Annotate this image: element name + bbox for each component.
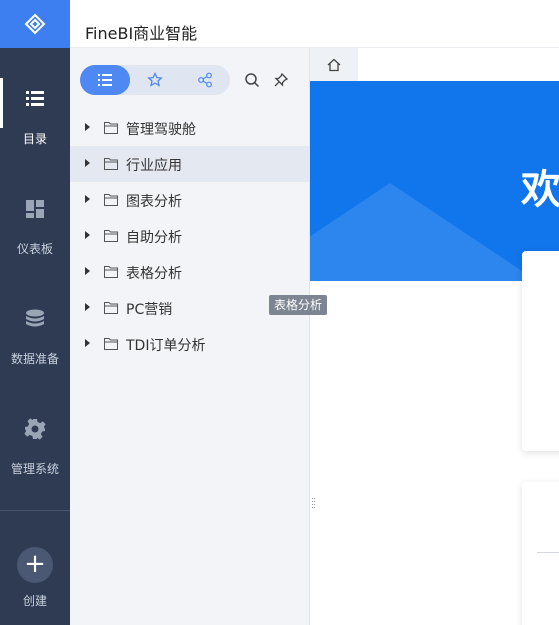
nav-label-data-prep: 数据准备	[10, 352, 59, 366]
tree-item[interactable]: 管理驾驶舱	[70, 110, 310, 146]
app-logo[interactable]	[0, 0, 70, 48]
gear-icon	[24, 418, 46, 440]
tree-item-label: 自助分析	[126, 230, 182, 246]
nav-label-catalog: 目录	[22, 132, 47, 146]
content-area: 欢	[310, 48, 559, 625]
tooltip: 表格分析	[269, 295, 328, 315]
tab-favorites[interactable]	[130, 65, 180, 95]
tree-item-label: PC营销	[126, 302, 173, 318]
caret-right-icon[interactable]	[85, 123, 90, 131]
caret-right-icon[interactable]	[85, 339, 90, 347]
create-label: 创建	[22, 594, 47, 608]
folder-icon	[104, 158, 118, 170]
database-icon	[26, 309, 44, 327]
tab-strip	[358, 48, 559, 81]
tree-item-label: 行业应用	[126, 158, 182, 174]
directory-tree: 管理驾驶舱 行业应用 图表分析 自助分析 表格分析 PC营销 TDI订单分析	[70, 110, 310, 362]
welcome-banner: 欢	[310, 81, 559, 281]
tree-item[interactable]: 自助分析	[70, 218, 310, 254]
caret-right-icon[interactable]	[85, 159, 90, 167]
caret-right-icon[interactable]	[85, 195, 90, 203]
nav-item-data-prep[interactable]: 数据准备	[0, 308, 70, 378]
nav-label-dashboard: 仪表板	[16, 242, 53, 256]
dashboard-icon	[26, 200, 44, 218]
card-divider	[537, 552, 559, 553]
tree-item-label: 图表分析	[126, 194, 182, 210]
directory-tabs	[80, 65, 230, 95]
nav-item-dashboard[interactable]: 仪表板	[0, 198, 70, 268]
star-icon	[147, 72, 163, 87]
app-title: FineBI商业智能	[85, 24, 198, 43]
nav-label-management: 管理系统	[10, 462, 59, 476]
folder-icon	[104, 194, 118, 206]
welcome-title: 欢	[521, 167, 559, 213]
folder-icon	[104, 122, 118, 134]
tree-item-label: TDI订单分析	[126, 338, 206, 354]
folder-icon	[104, 302, 118, 314]
folder-icon	[104, 230, 118, 242]
home-icon	[327, 58, 341, 71]
home-tab[interactable]	[310, 48, 358, 81]
nav-divider	[0, 510, 70, 511]
content-card	[522, 482, 559, 625]
folder-icon	[104, 338, 118, 350]
caret-right-icon[interactable]	[85, 231, 90, 239]
top-header: FineBI商业智能	[70, 0, 559, 48]
tree-item-label: 表格分析	[126, 266, 182, 282]
tree-item[interactable]: 表格分析	[70, 254, 310, 290]
folder-icon	[104, 266, 118, 278]
nav-item-management[interactable]: 管理系统	[0, 418, 70, 488]
tree-item[interactable]: TDI订单分析	[70, 326, 310, 362]
tab-list[interactable]	[80, 65, 130, 95]
tree-item[interactable]: 图表分析	[70, 182, 310, 218]
search-icon[interactable]	[244, 72, 260, 88]
tree-item-label: 管理驾驶舱	[126, 122, 196, 138]
content-card	[522, 251, 559, 451]
caret-right-icon[interactable]	[85, 303, 90, 311]
caret-right-icon[interactable]	[85, 267, 90, 275]
nav-item-catalog[interactable]: 目录	[0, 78, 70, 158]
panel-resize-handle[interactable]	[312, 497, 316, 511]
tree-item[interactable]: 行业应用	[70, 146, 310, 182]
list-icon	[98, 74, 112, 86]
logo-icon	[24, 13, 46, 35]
list-icon	[26, 91, 44, 106]
create-button[interactable]: +	[17, 547, 53, 583]
left-nav: 目录 仪表板 数据准备 管理系统 + 创建	[0, 0, 70, 625]
pin-icon[interactable]	[273, 72, 289, 88]
banner-decoration	[310, 183, 540, 281]
directory-panel: 管理驾驶舱 行业应用 图表分析 自助分析 表格分析 PC营销 TDI订单分析	[70, 48, 310, 625]
tab-shared[interactable]	[180, 65, 230, 95]
share-icon	[198, 72, 212, 88]
